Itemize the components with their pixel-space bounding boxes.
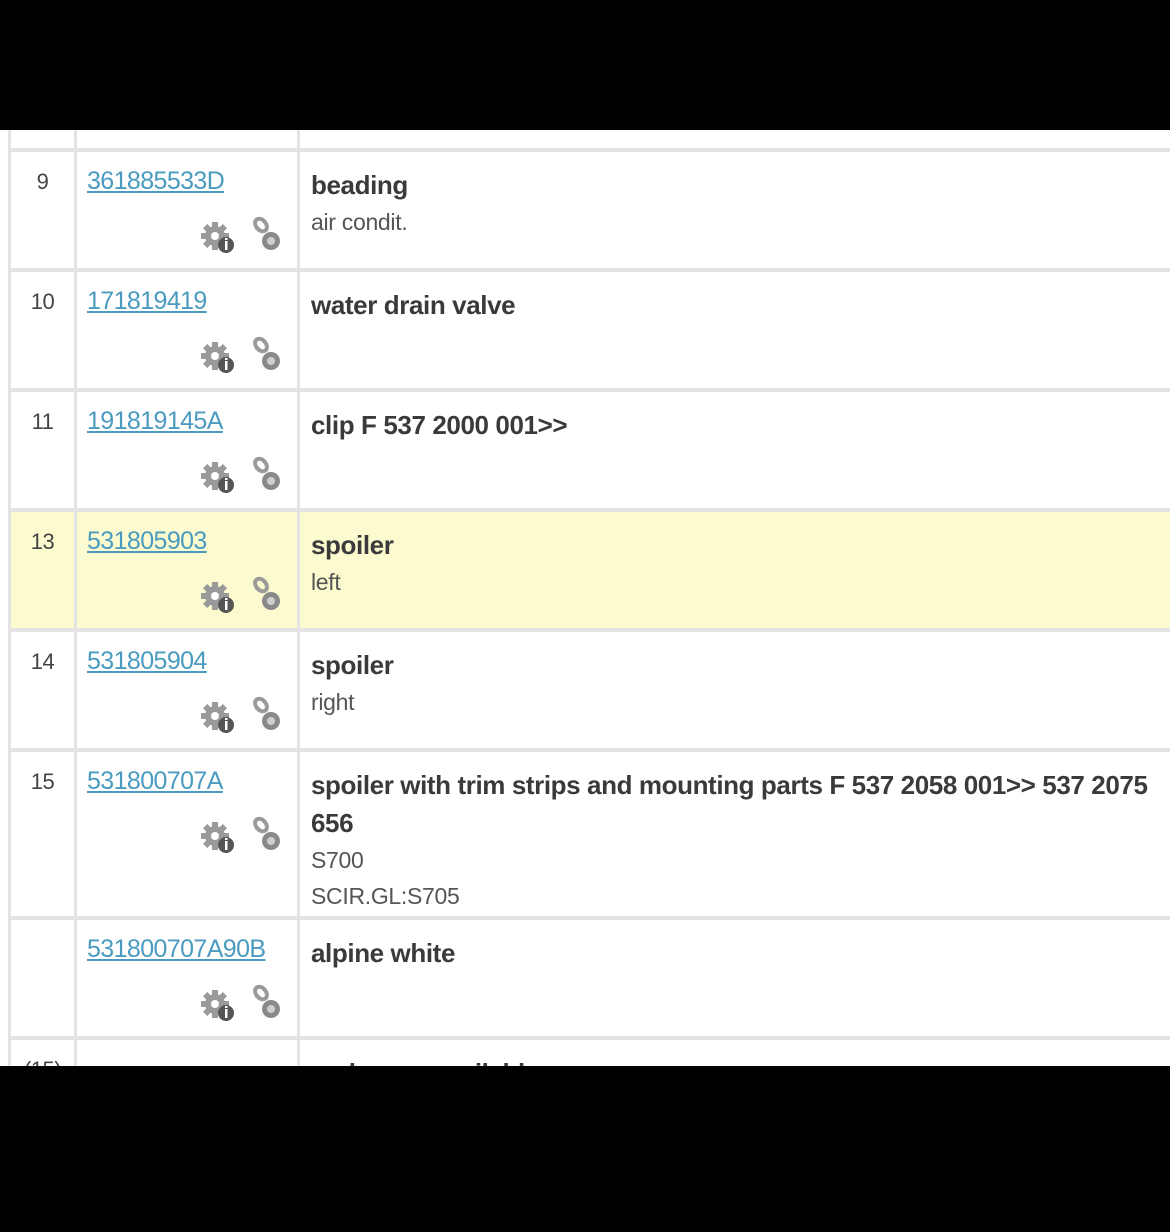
part-number-link[interactable]: 361885533D (87, 167, 225, 195)
position-number (8, 920, 74, 1036)
position-number: 10 (8, 272, 74, 388)
description-detail: S700 (311, 847, 364, 873)
part-cell (74, 1040, 297, 1066)
table-row: 14 531805904 spoiler right (8, 632, 1170, 752)
part-cell: 531805903 (74, 512, 297, 628)
part-number-link[interactable]: 531800707A90B (87, 935, 266, 963)
description-title: clip F 537 2000 001>> (311, 410, 568, 440)
gear-info-icon[interactable] (199, 340, 237, 379)
description-detail: left (311, 569, 341, 595)
description-detail: SCIR.GL:S705 (311, 883, 460, 909)
table-row (8, 130, 1170, 152)
description-cell: alpine white (297, 920, 1170, 1036)
part-actions (199, 694, 283, 739)
description-title: alpine white (311, 938, 456, 968)
description-title: no longer available (311, 1054, 1170, 1066)
part-actions (199, 334, 283, 379)
part-number-link[interactable]: 191819145A (87, 407, 223, 435)
description-cell (297, 130, 1170, 148)
part-actions (199, 454, 283, 499)
table-row: 10 171819419 water drain valve (8, 272, 1170, 392)
position-number: 13 (8, 512, 74, 628)
part-actions (199, 814, 283, 859)
part-number-link[interactable]: 531805903 (87, 527, 207, 555)
position-number (8, 130, 74, 148)
part-cell: 531805904 (74, 632, 297, 748)
description-detail: right (311, 689, 355, 715)
gear-info-icon[interactable] (199, 220, 237, 259)
parts-viewport: 9 361885533D beading air condit. 10 171819419… (0, 130, 1170, 1066)
position-number: (15) (8, 1040, 74, 1066)
part-number-link[interactable]: 531800707A (87, 767, 223, 795)
part-cell: 191819145A (74, 392, 297, 508)
link-icon[interactable] (251, 694, 283, 739)
link-icon[interactable] (251, 454, 283, 499)
gear-info-icon[interactable] (199, 988, 237, 1027)
table-row: 13 531805903 spoiler left (8, 512, 1170, 632)
table-row: 11 191819145A clip F 537 2000 001>> (8, 392, 1170, 512)
link-icon[interactable] (251, 334, 283, 379)
description-title: spoiler (311, 650, 394, 680)
description-title: beading (311, 170, 408, 200)
description-cell: spoiler left (297, 512, 1170, 628)
description-detail: air condit. (311, 209, 408, 235)
part-actions (199, 982, 283, 1027)
parts-table: 9 361885533D beading air condit. 10 171819419… (8, 130, 1170, 1066)
part-cell (74, 130, 297, 148)
gear-info-icon[interactable] (199, 820, 237, 859)
part-cell: 531800707A90B (74, 920, 297, 1036)
table-row: (15) no longer available (8, 1040, 1170, 1066)
position-number: 9 (8, 152, 74, 268)
link-icon[interactable] (251, 814, 283, 859)
description-title: spoiler (311, 530, 394, 560)
link-icon[interactable] (251, 574, 283, 619)
gear-info-icon[interactable] (199, 700, 237, 739)
description-cell: no longer available (297, 1040, 1170, 1066)
description-cell: spoiler right (297, 632, 1170, 748)
position-number: 15 (8, 752, 74, 916)
part-number-link[interactable]: 531805904 (87, 647, 207, 675)
description-title: spoiler with trim strips and mounting pa… (311, 770, 1148, 838)
gear-info-icon[interactable] (199, 460, 237, 499)
description-title: water drain valve (311, 290, 516, 320)
description-cell: spoiler with trim strips and mounting pa… (297, 752, 1170, 916)
link-icon[interactable] (251, 214, 283, 259)
position-number: 14 (8, 632, 74, 748)
part-cell: 361885533D (74, 152, 297, 268)
part-number-link[interactable]: 171819419 (87, 287, 207, 315)
link-icon[interactable] (251, 982, 283, 1027)
description-cell: beading air condit. (297, 152, 1170, 268)
part-actions (199, 574, 283, 619)
table-row: 15 531800707A spoiler with trim strips and… (8, 752, 1170, 920)
table-row: 9 361885533D beading air condit. (8, 152, 1170, 272)
gear-info-icon[interactable] (199, 580, 237, 619)
part-cell: 171819419 (74, 272, 297, 388)
position-number: 11 (8, 392, 74, 508)
description-cell: water drain valve (297, 272, 1170, 388)
part-actions (199, 214, 283, 259)
part-cell: 531800707A (74, 752, 297, 916)
table-row: 531800707A90B alpine white (8, 920, 1170, 1040)
description-cell: clip F 537 2000 001>> (297, 392, 1170, 508)
